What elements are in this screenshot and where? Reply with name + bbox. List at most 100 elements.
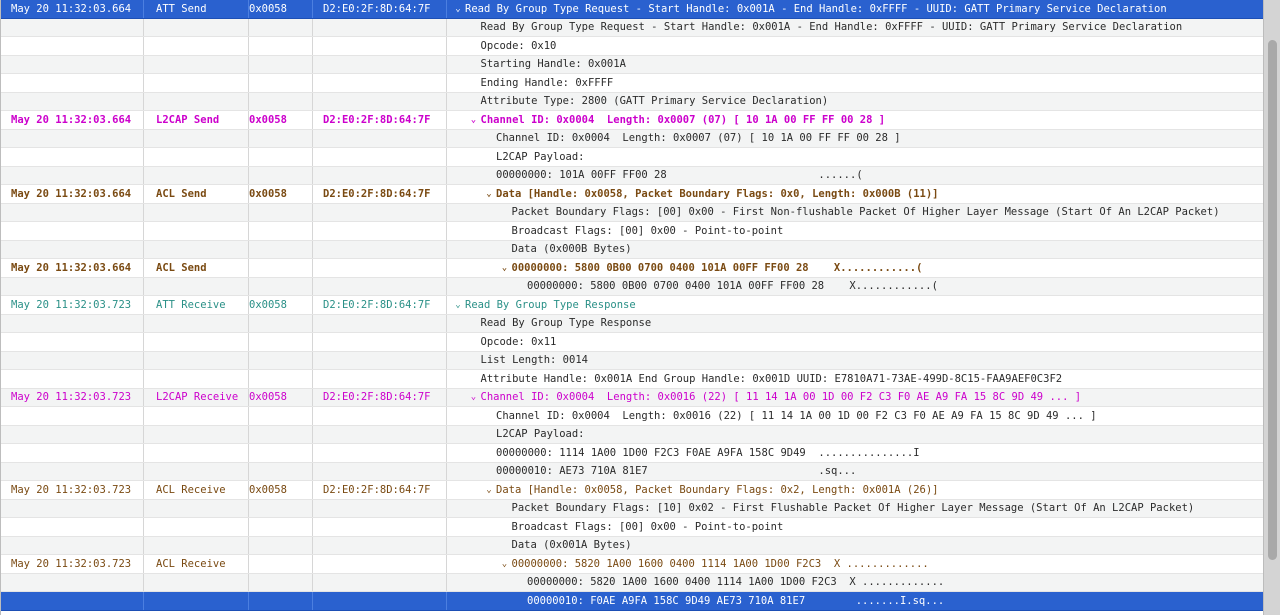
packet-detail-row[interactable]: Attribute Type: 2800 (GATT Primary Servi… <box>1 92 1265 111</box>
handle-cell <box>249 74 313 92</box>
address-cell <box>313 425 447 443</box>
handle-cell <box>249 222 313 240</box>
handle-cell <box>249 166 313 184</box>
detail-cell: Broadcast Flags: [00] 0x00 - Point-to-po… <box>447 222 1265 240</box>
scrollbar-thumb[interactable] <box>1268 40 1277 560</box>
packet-row[interactable]: May 20 11:32:03.664 ACL Send ⌄ 00000000: 58… <box>1 259 1265 278</box>
timestamp-cell <box>1 462 144 480</box>
handle-cell <box>249 203 313 221</box>
protocol-cell <box>144 55 249 73</box>
disclosure-triangle-icon[interactable]: ⌄ <box>482 485 496 495</box>
packet-row[interactable]: May 20 11:32:03.723 ACL Receive ⌄ 00000000:… <box>1 555 1265 574</box>
timestamp-cell <box>1 499 144 517</box>
detail-text: Read By Group Type Request - Start Handl… <box>465 2 1167 15</box>
packet-detail-row[interactable]: Broadcast Flags: [00] 0x00 - Point-to-po… <box>1 518 1265 537</box>
packet-detail-row[interactable]: Broadcast Flags: [00] 0x00 - Point-to-po… <box>1 222 1265 241</box>
packet-row[interactable]: May 20 11:32:03.723 ACL Receive 0x0058 D2:E… <box>1 481 1265 500</box>
packet-detail-row[interactable]: Opcode: 0x11 <box>1 333 1265 352</box>
packet-detail-row[interactable]: Read By Group Type Request - Start Handl… <box>1 18 1265 37</box>
packet-row[interactable]: May 20 11:32:03.664 ACL Send 0x0058 D2:E0:2… <box>1 185 1265 204</box>
packet-detail-row[interactable]: 00000000: 5820 1A00 1600 0400 1114 1A00 … <box>1 573 1265 592</box>
packet-row[interactable]: May 20 11:32:03.723 ATT Receive 0x0058 D2:E… <box>1 296 1265 315</box>
packet-detail-row[interactable]: Opcode: 0x10 <box>1 37 1265 56</box>
packet-detail-row[interactable]: Data (0x001A Bytes) <box>1 536 1265 555</box>
detail-cell: Read By Group Type Request - Start Handl… <box>447 19 1265 37</box>
disclosure-triangle-icon[interactable]: ⌄ <box>482 189 496 199</box>
address-cell <box>313 92 447 110</box>
timestamp-cell <box>1 277 144 295</box>
address-cell: D2:E0:2F:8D:64:7F <box>313 111 447 129</box>
timestamp-cell <box>1 240 144 258</box>
timestamp-cell <box>1 148 144 166</box>
address-cell <box>313 407 447 425</box>
handle-cell <box>249 499 313 517</box>
protocol-cell <box>144 129 249 147</box>
handle-cell <box>249 462 313 480</box>
timestamp-cell: May 20 11:32:03.723 <box>1 481 144 499</box>
packet-detail-row[interactable]: Packet Boundary Flags: [10] 0x02 - First… <box>1 499 1265 518</box>
disclosure-triangle-icon[interactable]: ⌄ <box>498 263 512 273</box>
disclosure-triangle-icon[interactable]: ⌄ <box>467 392 481 402</box>
packet-detail-row[interactable]: Read By Group Type Response <box>1 314 1265 333</box>
detail-text: L2CAP Payload: <box>496 428 585 441</box>
timestamp-cell: May 20 11:32:03.664 <box>1 111 144 129</box>
address-cell <box>313 351 447 369</box>
packet-row[interactable]: May 20 11:32:03.664 ATT Send 0x0058 D2:E0:2… <box>1 0 1265 19</box>
disclosure-triangle-icon[interactable]: ⌄ <box>467 115 481 125</box>
packet-detail-row[interactable]: List Length: 0014 <box>1 351 1265 370</box>
handle-cell <box>249 573 313 591</box>
timestamp-cell <box>1 314 144 332</box>
detail-cell: ⌄ Data [Handle: 0x0058, Packet Boundary F… <box>447 481 1265 499</box>
detail-text: Read By Group Type Response <box>480 317 652 330</box>
detail-cell: Read By Group Type Response <box>447 315 1265 333</box>
packet-detail-row[interactable]: Channel ID: 0x0004 Length: 0x0016 (22) [… <box>1 407 1265 426</box>
detail-text: Read By Group Type Request - Start Handl… <box>480 21 1183 34</box>
disclosure-triangle-icon[interactable]: ⌄ <box>451 300 465 310</box>
handle-cell <box>249 407 313 425</box>
detail-cell: Data (0x000B Bytes) <box>447 241 1265 259</box>
packet-detail-row[interactable]: Channel ID: 0x0004 Length: 0x0007 (07) [… <box>1 129 1265 148</box>
detail-text: 00000000: 5820 1A00 1600 0400 1114 1A00 … <box>527 576 945 589</box>
detail-text: L2CAP Payload: <box>496 150 585 163</box>
timestamp-cell <box>1 92 144 110</box>
packet-detail-row[interactable]: 00000010: F0AE A9FA 158C 9D49 AE73 710A … <box>1 592 1265 611</box>
vertical-scrollbar[interactable] <box>1263 0 1280 615</box>
packet-detail-row[interactable]: 00000000: 5800 0B00 0700 0400 101A 00FF … <box>1 277 1265 296</box>
handle-cell <box>249 240 313 258</box>
detail-text: Data [Handle: 0x0058, Packet Boundary Fl… <box>496 483 939 496</box>
timestamp-cell <box>1 222 144 240</box>
detail-cell: L2CAP Payload: <box>447 148 1265 166</box>
timestamp-cell <box>1 407 144 425</box>
handle-cell <box>249 148 313 166</box>
packet-row[interactable]: May 20 11:32:03.664 L2CAP Send 0x0058 D2:E0… <box>1 111 1265 130</box>
handle-cell <box>249 277 313 295</box>
handle-cell <box>249 259 313 277</box>
address-cell <box>313 74 447 92</box>
protocol-cell <box>144 18 249 36</box>
packet-detail-row[interactable]: 00000010: AE73 710A 81E7 .sq... <box>1 462 1265 481</box>
detail-text: Attribute Type: 2800 (GATT Primary Servi… <box>480 95 829 108</box>
packet-detail-row[interactable]: 00000000: 101A 00FF FF00 28 ......( <box>1 166 1265 185</box>
protocol-cell <box>144 277 249 295</box>
packet-detail-row[interactable]: Data (0x000B Bytes) <box>1 240 1265 259</box>
address-cell <box>313 277 447 295</box>
timestamp-cell: May 20 11:32:03.723 <box>1 388 144 406</box>
timestamp-cell <box>1 536 144 554</box>
detail-text: 00000000: 1114 1A00 1D00 F2C3 F0AE A9FA … <box>496 446 920 459</box>
detail-cell: List Length: 0014 <box>447 352 1265 370</box>
detail-text: Ending Handle: 0xFFFF <box>480 76 614 89</box>
packet-detail-row[interactable]: Starting Handle: 0x001A <box>1 55 1265 74</box>
packet-row[interactable]: May 20 11:32:03.723 L2CAP Receive 0x0058 D2… <box>1 388 1265 407</box>
packet-detail-row[interactable]: Packet Boundary Flags: [00] 0x00 - First… <box>1 203 1265 222</box>
packet-detail-row[interactable]: L2CAP Payload: <box>1 425 1265 444</box>
packet-detail-row[interactable]: Attribute Handle: 0x001A End Group Handl… <box>1 370 1265 389</box>
packet-detail-row[interactable]: 00000000: 1114 1A00 1D00 F2C3 F0AE A9FA … <box>1 444 1265 463</box>
packet-detail-row[interactable]: L2CAP Payload: <box>1 148 1265 167</box>
handle-cell <box>249 592 313 610</box>
protocol-cell: ACL Send <box>144 185 249 203</box>
disclosure-triangle-icon[interactable]: ⌄ <box>451 4 465 14</box>
protocol-cell <box>144 407 249 425</box>
disclosure-triangle-icon[interactable]: ⌄ <box>498 559 512 569</box>
packet-detail-row[interactable]: Ending Handle: 0xFFFF <box>1 74 1265 93</box>
handle-cell: 0x0058 <box>249 0 313 18</box>
